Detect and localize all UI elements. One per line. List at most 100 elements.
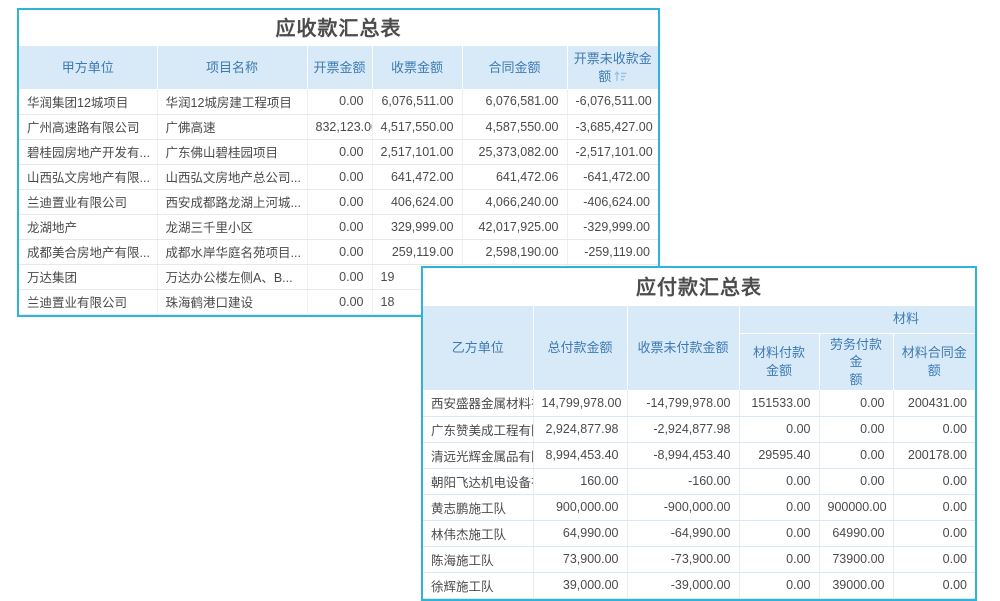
cell-total-paid: 39,000.00 [533, 572, 627, 598]
cell-vendor-link[interactable]: 朝阳飞达机电设备有 [423, 468, 533, 494]
cell-receipt-amount: 259,119.00 [372, 239, 462, 264]
column-header-material-paid: 材料付款 金额 [739, 333, 819, 390]
cell-vendor-link[interactable]: 清远光辉金属品有限 [423, 442, 533, 468]
table-row: 广州高速路有限公司广佛高速832,123.004,517,550.004,587… [19, 114, 658, 139]
cell-material-contract[interactable]: 200178.00 [893, 442, 975, 468]
cell-uninvoiced-amount: -329,999.00 [567, 214, 658, 239]
cell-labor-paid[interactable]: 73900.00 [819, 546, 893, 572]
cell-material-contract[interactable]: 0.00 [893, 572, 975, 598]
cell-invoice-amount: 0.00 [307, 139, 372, 164]
column-header-label: 甲方单位 [62, 60, 114, 75]
cell-uninvoiced-amount: -6,076,511.00 [567, 89, 658, 114]
cell-project: 广佛高速 [157, 114, 307, 139]
cell-invoice-amount: 0.00 [307, 164, 372, 189]
cell-labor-paid[interactable]: 64990.00 [819, 520, 893, 546]
cell-material-paid[interactable]: 0.00 [739, 468, 819, 494]
cell-project: 广东佛山碧桂园项目 [157, 139, 307, 164]
cell-total-paid: 2,924,877.98 [533, 416, 627, 442]
column-header-party: 甲方单位 [19, 46, 157, 89]
cell-project: 华润12城房建工程项目 [157, 89, 307, 114]
column-header-uninvoiced-amount[interactable]: 开票未收款金 额 [567, 46, 658, 89]
cell-labor-paid[interactable]: 900000.00 [819, 494, 893, 520]
payable-summary-panel: 应付款汇总表 乙方单位 总付款金额 收票未付款金额 材料 材料付款 金额 劳务付… [421, 266, 977, 601]
cell-project: 成都水岸华庭名苑项目... [157, 239, 307, 264]
cell-unpaid-amount: -160.00 [627, 468, 739, 494]
table-row: 朝阳飞达机电设备有160.00-160.000.000.000.00 [423, 468, 975, 494]
column-header-label: 材料付款 金额 [753, 345, 805, 378]
column-header-label: 劳务付款金 额 [830, 337, 882, 387]
table-row: 华润集团12城项目华润12城房建工程项目0.006,076,511.006,07… [19, 89, 658, 114]
cell-contract-amount: 4,587,550.00 [462, 114, 567, 139]
column-group-material: 材料 [739, 306, 975, 333]
cell-unpaid-amount: -64,990.00 [627, 520, 739, 546]
cell-vendor-link[interactable]: 陈海施工队 [423, 546, 533, 572]
cell-total-paid: 73,900.00 [533, 546, 627, 572]
cell-material-paid[interactable]: 0.00 [739, 572, 819, 598]
column-header-label: 材料合同金 额 [902, 345, 967, 378]
cell-invoice-amount: 0.00 [307, 189, 372, 214]
cell-material-contract[interactable]: 0.00 [893, 468, 975, 494]
cell-contract-amount: 4,066,240.00 [462, 189, 567, 214]
cell-vendor-link[interactable]: 西安盛器金属材料有 [423, 390, 533, 416]
column-header-label: 乙方单位 [452, 340, 504, 355]
table-row: 碧桂园房地产开发有...广东佛山碧桂园项目0.002,517,101.0025,… [19, 139, 658, 164]
cell-material-paid[interactable]: 0.00 [739, 520, 819, 546]
cell-uninvoiced-amount: -2,517,101.00 [567, 139, 658, 164]
cell-contract-amount: 2,598,190.00 [462, 239, 567, 264]
table-row: 徐辉施工队39,000.00-39,000.000.0039000.000.00 [423, 572, 975, 598]
cell-material-paid[interactable]: 151533.00 [739, 390, 819, 416]
column-header-label: 项目名称 [206, 60, 258, 75]
cell-material-contract[interactable]: 0.00 [893, 416, 975, 442]
cell-material-paid[interactable]: 29595.40 [739, 442, 819, 468]
cell-material-contract[interactable]: 0.00 [893, 546, 975, 572]
cell-material-contract[interactable]: 0.00 [893, 494, 975, 520]
column-header-label: 开票金额 [313, 60, 365, 75]
sort-amount-icon[interactable] [614, 71, 627, 82]
cell-labor-paid[interactable]: 39000.00 [819, 572, 893, 598]
cell-labor-paid[interactable]: 0.00 [819, 390, 893, 416]
column-header-invoice-amount: 开票金额 [307, 46, 372, 89]
cell-vendor-link[interactable]: 林伟杰施工队 [423, 520, 533, 546]
cell-unpaid-amount: -73,900.00 [627, 546, 739, 572]
payable-group-header-row: 乙方单位 总付款金额 收票未付款金额 材料 [423, 306, 975, 333]
cell-material-paid[interactable]: 0.00 [739, 546, 819, 572]
column-header-receipt-amount: 收票金额 [372, 46, 462, 89]
cell-uninvoiced-amount: -641,472.00 [567, 164, 658, 189]
cell-party: 山西弘文房地产有限... [19, 164, 157, 189]
cell-uninvoiced-amount: -259,119.00 [567, 239, 658, 264]
cell-labor-paid[interactable]: 0.00 [819, 442, 893, 468]
column-group-label: 材料 [893, 311, 919, 326]
column-header-label: 收票金额 [391, 60, 443, 75]
column-header-project: 项目名称 [157, 46, 307, 89]
table-row: 陈海施工队73,900.00-73,900.000.0073900.000.00 [423, 546, 975, 572]
table-row: 山西弘文房地产有限...山西弘文房地产总公司...0.00641,472.006… [19, 164, 658, 189]
cell-receipt-amount: 4,517,550.00 [372, 114, 462, 139]
cell-contract-amount: 641,472.06 [462, 164, 567, 189]
column-header-label: 收票未付款金额 [637, 340, 728, 355]
column-header-label: 开票未收款金 额 [574, 51, 652, 84]
column-header-material-contract: 材料合同金 额 [893, 333, 975, 390]
cell-material-contract[interactable]: 200431.00 [893, 390, 975, 416]
cell-receipt-amount: 406,624.00 [372, 189, 462, 214]
table-row: 龙湖地产龙湖三千里小区0.00329,999.0042,017,925.00-3… [19, 214, 658, 239]
column-header-vendor: 乙方单位 [423, 306, 533, 390]
cell-vendor-link[interactable]: 黄志鹏施工队 [423, 494, 533, 520]
table-row: 西安盛器金属材料有14,799,978.00-14,799,978.001515… [423, 390, 975, 416]
cell-invoice-amount: 832,123.00 [307, 114, 372, 139]
cell-invoice-amount: 0.00 [307, 214, 372, 239]
cell-material-contract[interactable]: 0.00 [893, 520, 975, 546]
cell-labor-paid[interactable]: 0.00 [819, 416, 893, 442]
cell-vendor-link[interactable]: 徐辉施工队 [423, 572, 533, 598]
cell-party: 广州高速路有限公司 [19, 114, 157, 139]
cell-vendor-link[interactable]: 广东赞美成工程有限 [423, 416, 533, 442]
cell-party: 龙湖地产 [19, 214, 157, 239]
column-header-unpaid-amount: 收票未付款金额 [627, 306, 739, 390]
cell-unpaid-amount: -8,994,453.40 [627, 442, 739, 468]
cell-invoice-amount: 0.00 [307, 264, 372, 289]
cell-labor-paid[interactable]: 0.00 [819, 468, 893, 494]
cell-material-paid[interactable]: 0.00 [739, 494, 819, 520]
cell-party: 成都美合房地产有限... [19, 239, 157, 264]
cell-material-paid[interactable]: 0.00 [739, 416, 819, 442]
cell-project: 西安成都路龙湖上河城... [157, 189, 307, 214]
table-row: 林伟杰施工队64,990.00-64,990.000.0064990.000.0… [423, 520, 975, 546]
